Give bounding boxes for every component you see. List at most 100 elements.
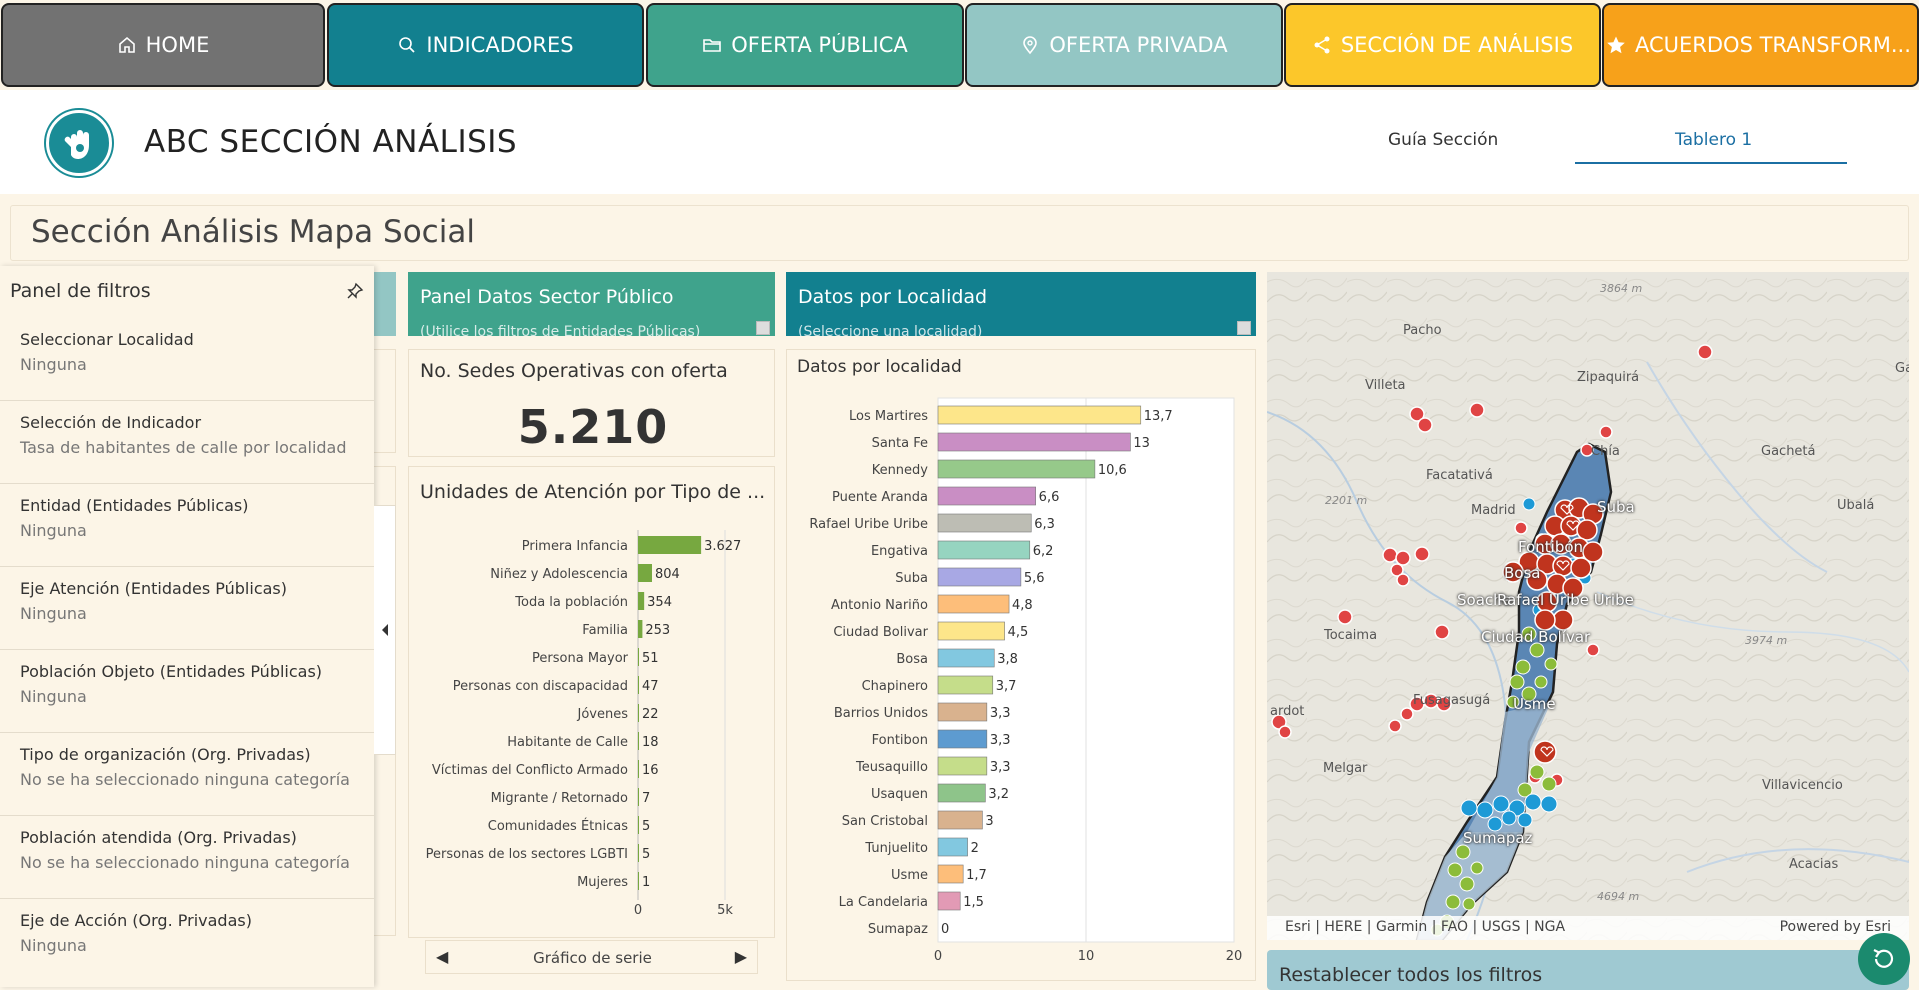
units-bar[interactable] [638, 788, 639, 806]
nav-indicadores-label: INDICADORES [426, 33, 574, 57]
locality-panel-scroll-icon[interactable] [1237, 321, 1251, 335]
locality-bar[interactable] [937, 486, 1036, 506]
locality-bar[interactable] [937, 729, 988, 749]
locality-bar[interactable] [937, 756, 988, 776]
units-bar[interactable] [638, 732, 639, 750]
nav-oferta-publica-button[interactable]: OFERTA PÚBLICA [646, 3, 964, 87]
units-chart: Primera Infancia 3.627 Niñez y Adolescenci… [426, 530, 741, 918]
locality-bar[interactable] [937, 513, 1032, 533]
units-value-label: 5 [642, 819, 650, 834]
locality-value-label: 2 [971, 841, 979, 856]
locality-bar[interactable] [937, 540, 1031, 560]
locality-bar[interactable] [937, 702, 988, 722]
units-chart-footer: ◀ Gráfico de serie ▶ [425, 940, 758, 974]
locality-bar[interactable] [937, 621, 1005, 641]
app-header: ABC SECCIÓN ANÁLISIS Guía Sección Tabler… [0, 90, 1919, 194]
mapa-social-logo [46, 110, 112, 176]
locality-bar[interactable] [937, 810, 983, 830]
filter-entidad[interactable]: Entidad (Entidades Públicas) Ninguna [0, 484, 374, 567]
refresh-button[interactable] [1858, 933, 1910, 985]
units-bar[interactable] [638, 816, 639, 834]
locality-bar[interactable] [937, 459, 1096, 479]
filter-value: Ninguna [20, 355, 87, 374]
filter-label: Seleccionar Localidad [20, 330, 194, 349]
units-bar[interactable] [638, 872, 639, 890]
units-category-label: Víctimas del Conflicto Armado [432, 763, 628, 778]
units-bar[interactable] [638, 648, 639, 666]
filter-poblacion-objeto[interactable]: Población Objeto (Entidades Públicas) Ni… [0, 650, 374, 733]
nav-indicadores-button[interactable]: INDICADORES [327, 3, 644, 87]
locality-tick-label: 10 [1078, 949, 1095, 964]
locality-category-label: Santa Fe [872, 436, 928, 451]
nav-home-button[interactable]: HOME [1, 3, 325, 87]
caret-left-icon [381, 624, 388, 636]
locality-category-label: Bosa [896, 652, 928, 667]
filter-localidad[interactable]: Seleccionar Localidad Ninguna [0, 318, 374, 401]
map-powered-by[interactable]: Powered by Esri [1780, 919, 1891, 935]
locality-category-label: Tunjuelito [864, 841, 928, 856]
reset-filters-label: Restablecer todos los filtros [1279, 964, 1543, 986]
units-category-label: Personas de los sectores LGBTI [426, 847, 628, 862]
filter-eje-accion[interactable]: Eje de Acción (Org. Privadas) Ninguna [0, 899, 374, 982]
public-panel-scroll-icon[interactable] [756, 321, 770, 335]
units-bar[interactable] [638, 564, 652, 582]
locality-bar[interactable] [937, 837, 968, 857]
filter-tipo-organizacion[interactable]: Tipo de organización (Org. Privadas) No … [0, 733, 374, 816]
locality-value-label: 5,6 [1024, 571, 1045, 586]
map-place-label: Fusagasugá [1413, 693, 1491, 708]
kpi-value: 5.210 [517, 400, 669, 454]
units-bar[interactable] [638, 760, 639, 778]
locality-value-label: 3,3 [990, 733, 1011, 748]
map-place-label: Villeta [1365, 378, 1406, 393]
filter-value: Ninguna [20, 521, 87, 540]
filter-value: No se ha seleccionado ninguna categoría [20, 770, 350, 789]
filter-indicador[interactable]: Selección de Indicador Tasa de habitante… [0, 401, 374, 484]
units-value-label: 1 [642, 875, 650, 890]
locality-bar[interactable] [937, 594, 1010, 614]
filter-eje-atencion[interactable]: Eje Atención (Entidades Públicas) Ningun… [0, 567, 374, 650]
nav-oferta-privada-button[interactable]: OFERTA PRIVADA [965, 3, 1283, 87]
units-category-label: Personas con discapacidad [453, 679, 628, 694]
pin-icon[interactable] [346, 282, 364, 300]
nav-acuerdos-button[interactable]: ACUERDOS TRANSFORM... [1602, 3, 1919, 87]
locality-bar[interactable] [937, 405, 1142, 425]
tab-guia-seccion[interactable]: Guía Sección [1388, 130, 1498, 150]
map-view[interactable]: 3864 m 2201 m 3974 m 4694 m Pacho Zipaquirá V… [1267, 272, 1909, 940]
locality-value-label: 3,2 [988, 787, 1009, 802]
filter-value: Ninguna [20, 687, 87, 706]
locality-bar[interactable] [937, 648, 995, 668]
locality-bar[interactable] [937, 432, 1131, 452]
units-category-label: Jóvenes [577, 707, 629, 722]
filter-value: Ninguna [20, 604, 87, 623]
locality-bar[interactable] [937, 783, 986, 803]
locality-bar[interactable] [937, 675, 994, 695]
units-value-label: 16 [642, 763, 659, 778]
collapse-panel-button[interactable] [374, 505, 396, 755]
locality-tick-label: 20 [1226, 949, 1243, 964]
locality-bar[interactable] [937, 864, 964, 884]
units-bar[interactable] [638, 620, 643, 638]
locality-category-label: Rafael Uribe Uribe [809, 517, 928, 532]
units-bar[interactable] [638, 536, 702, 554]
locality-chart-title: Datos por localidad [797, 357, 962, 377]
units-bar[interactable] [638, 592, 645, 610]
units-tick-label: 0 [634, 903, 642, 918]
chart-next-icon[interactable]: ▶ [735, 947, 747, 966]
map-place-label: Ga [1895, 361, 1909, 376]
units-bar[interactable] [638, 676, 639, 694]
locality-value-label: 6,3 [1034, 517, 1055, 532]
locality-chart: Los Martires 13,7 Santa Fe 13 Kennedy 10,6 Pue… [809, 397, 1243, 964]
reset-filters-button[interactable]: Restablecer todos los filtros [1267, 950, 1909, 990]
locality-bar[interactable] [937, 567, 1022, 587]
units-category-label: Migrante / Retornado [491, 791, 628, 806]
locality-bar[interactable] [937, 891, 961, 911]
locality-category-label: Kennedy [872, 463, 929, 478]
nav-seccion-analisis-button[interactable]: SECCIÓN DE ANÁLISIS [1284, 3, 1601, 87]
tab-tablero-1[interactable]: Tablero 1 [1675, 130, 1752, 150]
locality-category-label: Sumapaz [868, 922, 928, 937]
units-bar[interactable] [638, 704, 639, 722]
nav-acuerdos-label: ACUERDOS TRANSFORM... [1635, 33, 1911, 57]
section-title: Sección Análisis Mapa Social [31, 214, 475, 250]
filter-poblacion-atendida[interactable]: Población atendida (Org. Privadas) No se… [0, 816, 374, 899]
units-bar[interactable] [638, 844, 639, 862]
